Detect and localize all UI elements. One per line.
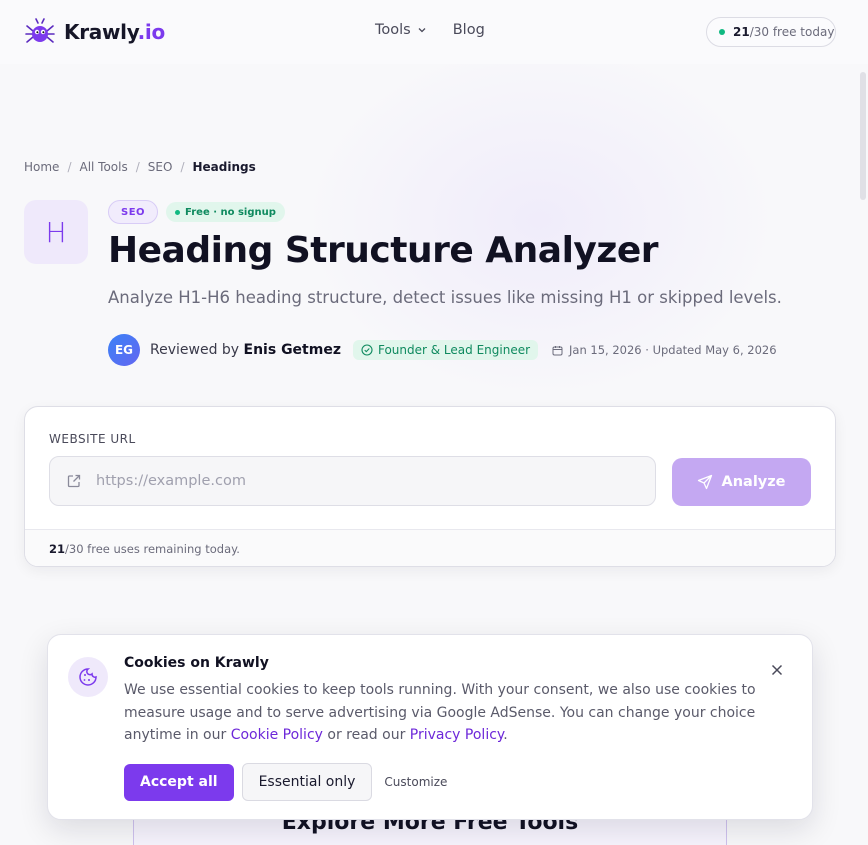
top-navigation: Krawly.io Tools Blog 21/30 free today (0, 0, 868, 64)
cookie-policy-link[interactable]: Cookie Policy (231, 727, 323, 743)
date-text: Jan 15, 2026 · Updated May 6, 2026 (569, 343, 777, 357)
cookie-banner: Cookies on Krawly We use essential cooki… (47, 634, 813, 820)
usage-text: /30 free today (749, 25, 835, 39)
breadcrumb-seo[interactable]: SEO (148, 160, 173, 174)
privacy-policy-link[interactable]: Privacy Policy (410, 727, 503, 743)
analyze-button[interactable]: Analyze (672, 458, 811, 506)
page-subtitle: Analyze H1-H6 heading structure, detect … (108, 288, 782, 307)
customize-button[interactable]: Customize (384, 775, 447, 789)
page-title: Heading Structure Analyzer (108, 230, 659, 271)
nav-tools-label: Tools (375, 22, 411, 38)
author-name[interactable]: Enis Getmez (244, 342, 341, 358)
free-badge: Free · no signup (166, 202, 285, 222)
close-icon[interactable] (770, 663, 784, 677)
chevron-down-icon (418, 28, 426, 33)
usage-pill: 21/30 free today (706, 17, 836, 47)
main-nav: Tools Blog (375, 22, 485, 38)
cookie-icon (68, 657, 108, 697)
url-input[interactable]: https://example.com (49, 456, 656, 506)
logo-text: Krawly.io (64, 20, 165, 44)
breadcrumb-current: Headings (192, 160, 256, 174)
usage-count: 21 (733, 25, 750, 39)
reviewed-by: Reviewed by Enis Getmez (150, 342, 341, 358)
breadcrumb-all-tools[interactable]: All Tools (79, 160, 127, 174)
remaining-text: /30 free uses remaining today. (65, 542, 240, 556)
scrollbar[interactable] (860, 72, 866, 200)
analyze-form-card: WEBSITE URL https://example.com Analyze … (24, 406, 836, 567)
role-badge: Founder & Lead Engineer (352, 340, 539, 360)
author-row: EG Reviewed by Enis Getmez Founder & Lea… (108, 334, 777, 366)
category-badge[interactable]: SEO (108, 200, 159, 224)
spider-logo-icon (25, 18, 55, 43)
calendar-icon (552, 345, 563, 355)
cookie-title: Cookies on Krawly (124, 655, 269, 671)
role-label: Founder & Lead Engineer (377, 343, 531, 357)
tool-badges: SEO Free · no signup (108, 200, 285, 224)
cookie-text: We use essential cookies to keep tools r… (124, 682, 756, 743)
free-dot (175, 209, 181, 215)
check-circle-icon (361, 344, 373, 356)
send-icon (698, 474, 713, 490)
nav-blog-label: Blog (452, 22, 485, 38)
logo[interactable]: Krawly.io (24, 17, 165, 47)
remaining-count: 21 (49, 542, 66, 556)
tool-icon: H (24, 200, 88, 264)
breadcrumb-home[interactable]: Home (24, 160, 59, 174)
breadcrumb: Home / All Tools / SEO / Headings (24, 160, 256, 174)
accept-all-button[interactable]: Accept all (124, 763, 234, 801)
breadcrumb-separator: / (180, 160, 185, 174)
breadcrumb-separator: / (135, 160, 140, 174)
analyze-button-label: Analyze (721, 474, 786, 490)
external-link-icon (67, 474, 81, 488)
avatar: EG (108, 334, 140, 366)
url-placeholder: https://example.com (96, 473, 246, 489)
remaining-uses: 21/30 free uses remaining today. (25, 529, 835, 566)
nav-tools[interactable]: Tools (375, 22, 427, 38)
breadcrumb-separator: / (67, 160, 72, 174)
nav-blog[interactable]: Blog (453, 22, 485, 38)
cookie-actions: Accept all Essential only Customize (124, 763, 447, 801)
date-info: Jan 15, 2026 · Updated May 6, 2026 (552, 343, 777, 357)
url-field-label: WEBSITE URL (49, 432, 136, 446)
essential-only-button[interactable]: Essential only (241, 763, 373, 801)
free-badge-label: Free · no signup (185, 206, 276, 218)
status-dot (719, 29, 725, 35)
